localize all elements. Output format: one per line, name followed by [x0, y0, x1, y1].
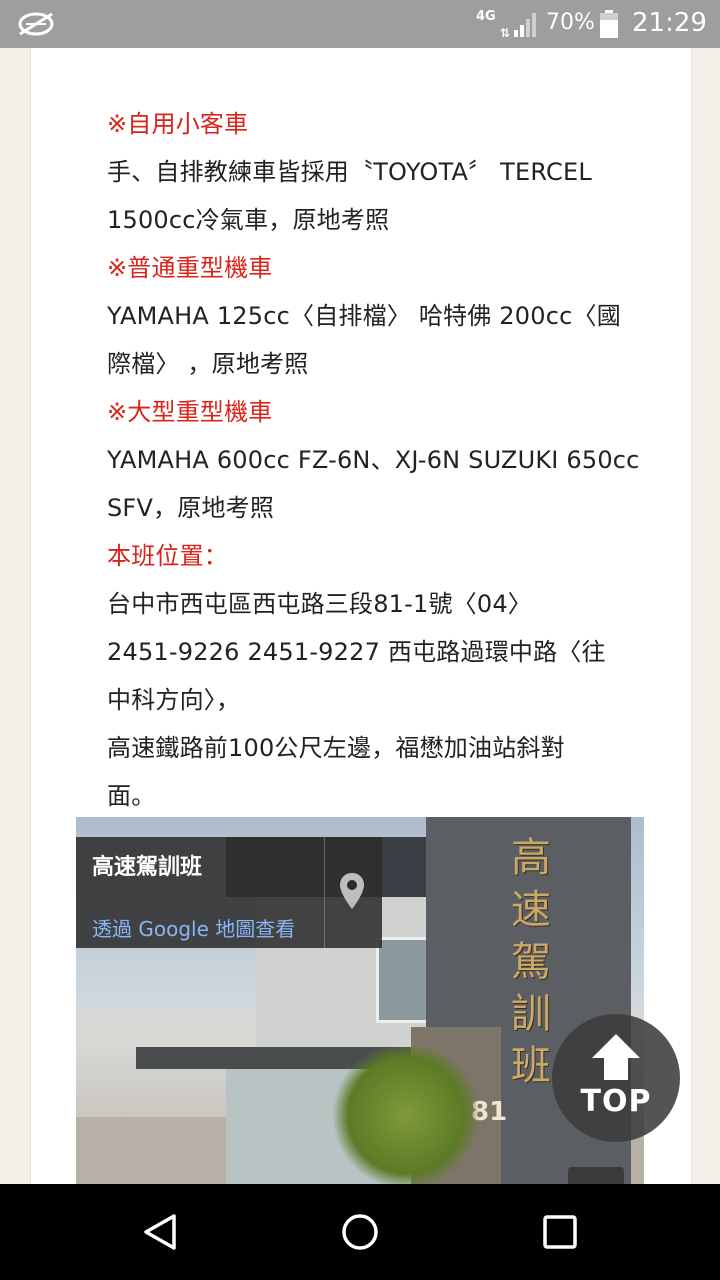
network-type: 4G: [476, 10, 496, 24]
svg-text:⇅: ⇅: [500, 26, 510, 38]
text-line: YAMAHA 125cc〈自排檔〉 哈特佛 200cc〈國: [107, 302, 621, 330]
map-pin-icon[interactable]: [338, 871, 366, 911]
status-bar: 4G ⇅ 70% 21:29: [0, 0, 720, 48]
no-sim-icon: [18, 12, 54, 36]
map-card-divider: [324, 837, 325, 948]
back-icon[interactable]: [136, 1208, 184, 1256]
signal-icon: ⇅: [500, 13, 536, 38]
text-line: 手、自排教練車皆採用〝TOYOTA〞 TERCEL: [107, 158, 592, 186]
address-line: 面。: [107, 782, 156, 810]
battery-icon: [600, 10, 618, 38]
map-place-title: 高速駕訓班: [92, 855, 203, 880]
home-icon[interactable]: [336, 1208, 384, 1256]
heading-small-car: ※自用小客車: [107, 110, 249, 138]
recents-icon[interactable]: [536, 1208, 584, 1256]
view-in-google-maps-link[interactable]: 透過 Google 地圖查看: [92, 913, 295, 942]
text-line: 際檔〉 ，原地考照: [107, 350, 309, 378]
heading-location: 本班位置：: [107, 542, 228, 570]
sign-character: 駕: [511, 939, 551, 985]
address-line: 高速鐵路前100公尺左邊，福懋加油站斜對: [107, 734, 565, 762]
scroll-to-top-button[interactable]: TOP: [552, 1014, 680, 1142]
battery-percent: 70%: [546, 10, 595, 35]
text-line: 1500cc冷氣車，原地考照: [107, 206, 390, 234]
navigation-bar: [0, 1184, 720, 1280]
map-tree: [326, 1047, 486, 1184]
arrow-up-icon: [592, 1034, 640, 1080]
sign-character: 高: [511, 835, 551, 881]
address-line: 台中市西屯區西屯路三段81-1號〈04〉: [107, 590, 533, 618]
sign-character: 速: [511, 887, 551, 933]
address-line: 2451-9226 2451-9227 西屯路過環中路〈往: [107, 638, 606, 666]
text-line: SFV，原地考照: [107, 494, 275, 522]
sign-character: 訓: [511, 991, 551, 1037]
heading-motorcycle: ※普通重型機車: [107, 254, 273, 282]
top-button-label: TOP: [580, 1084, 652, 1119]
map-control[interactable]: [568, 1167, 624, 1184]
network-type-label: 4G: [476, 9, 496, 24]
text-line: YAMAHA 600cc FZ-6N、XJ-6N SUZUKI 650cc: [107, 446, 640, 474]
map-info-card[interactable]: 高速駕訓班 透過 Google 地圖查看: [76, 837, 382, 948]
address-line: 中科方向〉，: [107, 686, 241, 714]
heading-heavy-motorcycle: ※大型重型機車: [107, 398, 273, 426]
clock: 21:29: [632, 8, 707, 38]
map-embed[interactable]: 高 速 駕 訓 班 81 高速駕訓班 透過 Google 地圖查看: [76, 817, 644, 1184]
